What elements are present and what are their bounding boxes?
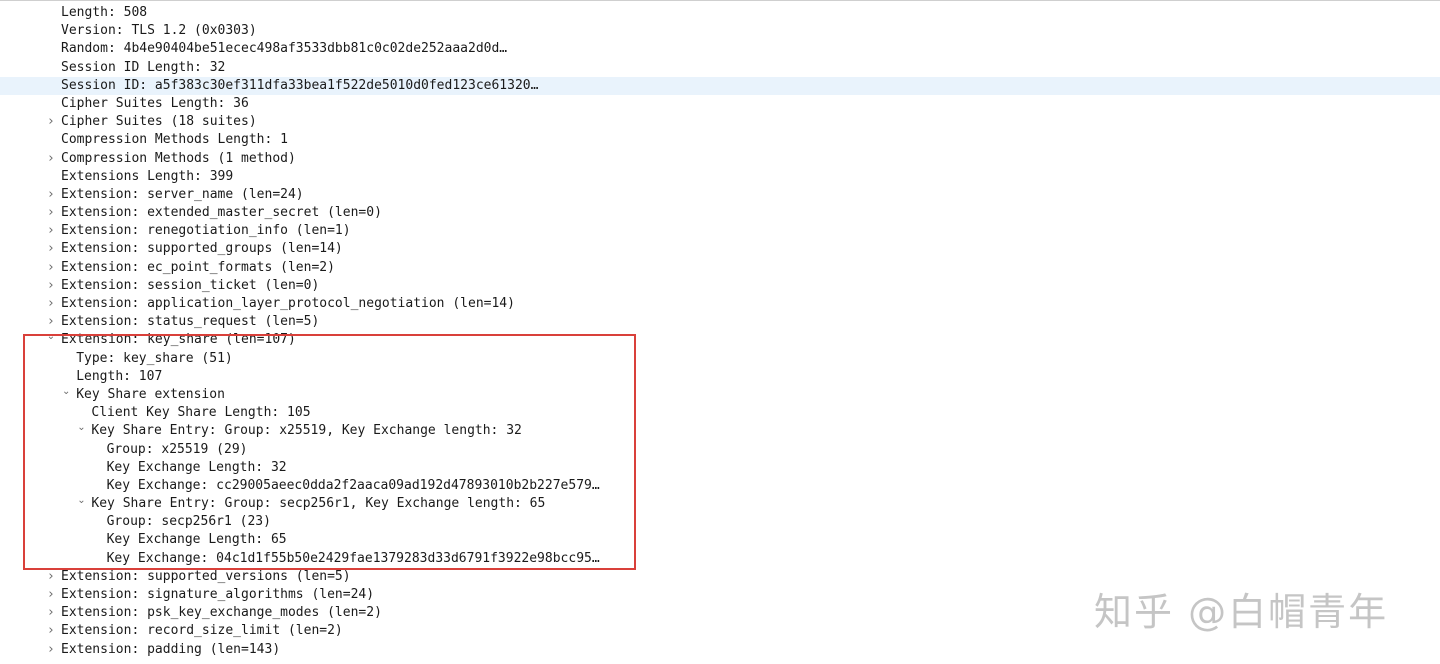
tree-row-label: Length: 508 — [61, 5, 148, 20]
tree-row[interactable]: › Extension: session_ticket (len=0) — [0, 277, 1440, 295]
chevron-right-icon[interactable]: › — [45, 240, 57, 258]
tree-row-label: Key Exchange Length: 65 — [106, 532, 287, 548]
tree-row[interactable]: › Extension: renegotiation_info (len=1) — [0, 222, 1440, 240]
chevron-right-icon[interactable]: › — [45, 222, 57, 240]
tree-row-label: Compression Methods (1 method) — [61, 150, 296, 166]
tree-row[interactable]: › Extension: extended_master_secret (len=… — [0, 204, 1440, 222]
tree-row[interactable]: Cipher Suites Length: 36 — [0, 95, 1440, 113]
chevron-right-icon[interactable]: › — [45, 622, 57, 640]
tree-row[interactable]: Length: 107 — [0, 368, 1440, 386]
tree-row[interactable]: › Cipher Suites (18 suites) — [0, 113, 1440, 131]
chevron-right-icon[interactable]: › — [45, 204, 57, 222]
packet-details-pane: Length: 508 Version: TLS 1.2 (0x0303) Rand… — [0, 0, 1440, 664]
tree-row[interactable]: ⌄ Extension: key_share (len=107) — [0, 331, 1440, 349]
chevron-down-icon[interactable]: ⌄ — [75, 422, 87, 440]
chevron-right-icon[interactable]: › — [45, 604, 57, 622]
tree-row-label: Session ID: a5f383c30ef311dfa33bea1f522d… — [61, 77, 539, 93]
tree-row-label: Key Exchange Length: 32 — [106, 459, 287, 475]
tree-row-selected[interactable]: Session ID: a5f383c30ef311dfa33bea1f522d… — [0, 76, 1440, 95]
chevron-right-icon[interactable]: › — [45, 277, 57, 295]
tree-row-label: Compression Methods Length: 1 — [61, 132, 288, 148]
chevron-right-icon[interactable]: › — [45, 259, 57, 277]
tree-row-label: Extension: ec_point_formats (len=2) — [61, 259, 335, 275]
tree-row[interactable]: Extensions Length: 399 — [0, 168, 1440, 186]
tree-row-label: Extension: psk_key_exchange_modes (len=2… — [61, 605, 382, 621]
tree-row[interactable]: Key Exchange Length: 65 — [0, 531, 1440, 549]
chevron-right-icon[interactable]: › — [45, 295, 57, 313]
tree-row-label: Extension: padding (len=143) — [61, 641, 281, 657]
tree-row[interactable]: › Extension: supported_groups (len=14) — [0, 240, 1440, 258]
tree-row-label: Client Key Share Length: 105 — [91, 405, 311, 421]
tree-row[interactable]: Type: key_share (51) — [0, 350, 1440, 368]
tree-row-label: Key Exchange: 04c1d1f55b50e2429fae137928… — [106, 550, 600, 566]
tree-row-label: Key Share Entry: Group: x25519, Key Exch… — [91, 423, 522, 439]
tree-row-label: Length: 107 — [76, 368, 163, 384]
chevron-right-icon[interactable]: › — [45, 641, 57, 659]
tree-row[interactable]: Group: secp256r1 (23) — [0, 513, 1440, 531]
chevron-right-icon[interactable]: › — [45, 586, 57, 604]
tree-row-label: Extension: extended_master_secret (len=0… — [61, 205, 382, 221]
chevron-right-icon[interactable]: › — [45, 313, 57, 331]
tree-row-label: Cipher Suites Length: 36 — [61, 95, 249, 111]
tree-row-label: Extension: server_name (len=24) — [61, 186, 304, 202]
tree-row[interactable]: › Extension: status_request (len=5) — [0, 313, 1440, 331]
tree-row-label: Key Share extension — [76, 386, 225, 402]
tree-row[interactable]: ⌄ Key Share Entry: Group: x25519, Key Exc… — [0, 422, 1440, 440]
tree-row-label: Extension: supported_versions (len=5) — [61, 568, 351, 584]
tree-row[interactable]: › Extension: ec_point_formats (len=2) — [0, 259, 1440, 277]
packet-detail-tree: Length: 508 Version: TLS 1.2 (0x0303) Rand… — [0, 4, 1440, 659]
chevron-right-icon[interactable]: › — [45, 150, 57, 168]
tree-row-label: Extension: application_layer_protocol_ne… — [61, 296, 515, 311]
tree-row-label: Group: secp256r1 (23) — [106, 514, 271, 530]
tree-row-label: Extension: status_request (len=5) — [61, 314, 320, 330]
tree-row[interactable]: Version: TLS 1.2 (0x0303) — [0, 22, 1440, 40]
tree-row-label: Random: 4b4e90404be51ecec498af3533dbb81c… — [61, 41, 508, 57]
tree-row[interactable]: Client Key Share Length: 105 — [0, 404, 1440, 422]
tree-row[interactable]: › Compression Methods (1 method) — [0, 150, 1440, 168]
tree-row[interactable]: › Extension: padding (len=143) — [0, 641, 1440, 659]
tree-row[interactable]: Key Exchange Length: 32 — [0, 459, 1440, 477]
tree-row[interactable]: › Extension: application_layer_protocol_n… — [0, 295, 1440, 313]
tree-row-label: Extension: renegotiation_info (len=1) — [61, 223, 351, 239]
tree-row[interactable]: ⌄ Key Share Entry: Group: secp256r1, Key … — [0, 495, 1440, 513]
tree-row-label: Extension: record_size_limit (len=2) — [61, 623, 343, 639]
tree-row-label: Extension: session_ticket (len=0) — [61, 277, 320, 293]
tree-row[interactable]: ⌄ Key Share extension — [0, 386, 1440, 404]
tree-row[interactable]: Session ID Length: 32 — [0, 59, 1440, 77]
tree-row-label: Extensions Length: 399 — [61, 168, 234, 184]
tree-row[interactable]: Key Exchange: cc29005aeec0dda2f2aaca09ad… — [0, 477, 1440, 495]
chevron-right-icon[interactable]: › — [45, 186, 57, 204]
tree-row-label: Key Exchange: cc29005aeec0dda2f2aaca09ad… — [106, 477, 600, 493]
tree-row[interactable]: Group: x25519 (29) — [0, 441, 1440, 459]
chevron-down-icon[interactable]: ⌄ — [75, 495, 87, 513]
tree-row[interactable]: Length: 508 — [0, 4, 1440, 22]
tree-row[interactable]: Key Exchange: 04c1d1f55b50e2429fae137928… — [0, 550, 1440, 568]
tree-row[interactable]: Random: 4b4e90404be51ecec498af3533dbb81c… — [0, 40, 1440, 58]
tree-row-label: Cipher Suites (18 suites) — [61, 114, 257, 130]
chevron-down-icon[interactable]: ⌄ — [45, 331, 57, 349]
chevron-right-icon[interactable]: › — [45, 113, 57, 131]
tree-row[interactable]: › Extension: server_name (len=24) — [0, 186, 1440, 204]
tree-row-label: Group: x25519 (29) — [106, 441, 248, 457]
tree-row-label: Key Share Entry: Group: secp256r1, Key E… — [91, 496, 546, 512]
watermark: 知乎 @白帽青年 — [1094, 590, 1389, 634]
tree-row-label: Extension: signature_algorithms (len=24) — [61, 587, 375, 602]
tree-row-label: Session ID Length: 32 — [61, 59, 226, 75]
tree-row-label: Extension: key_share (len=107) — [61, 332, 296, 348]
tree-row-label: Version: TLS 1.2 (0x0303) — [61, 23, 257, 39]
chevron-right-icon[interactable]: › — [45, 568, 57, 586]
chevron-down-icon[interactable]: ⌄ — [60, 386, 72, 404]
tree-row-label: Extension: supported_groups (len=14) — [61, 241, 343, 257]
tree-row-label: Type: key_share (51) — [76, 350, 233, 366]
tree-row[interactable]: Compression Methods Length: 1 — [0, 131, 1440, 149]
